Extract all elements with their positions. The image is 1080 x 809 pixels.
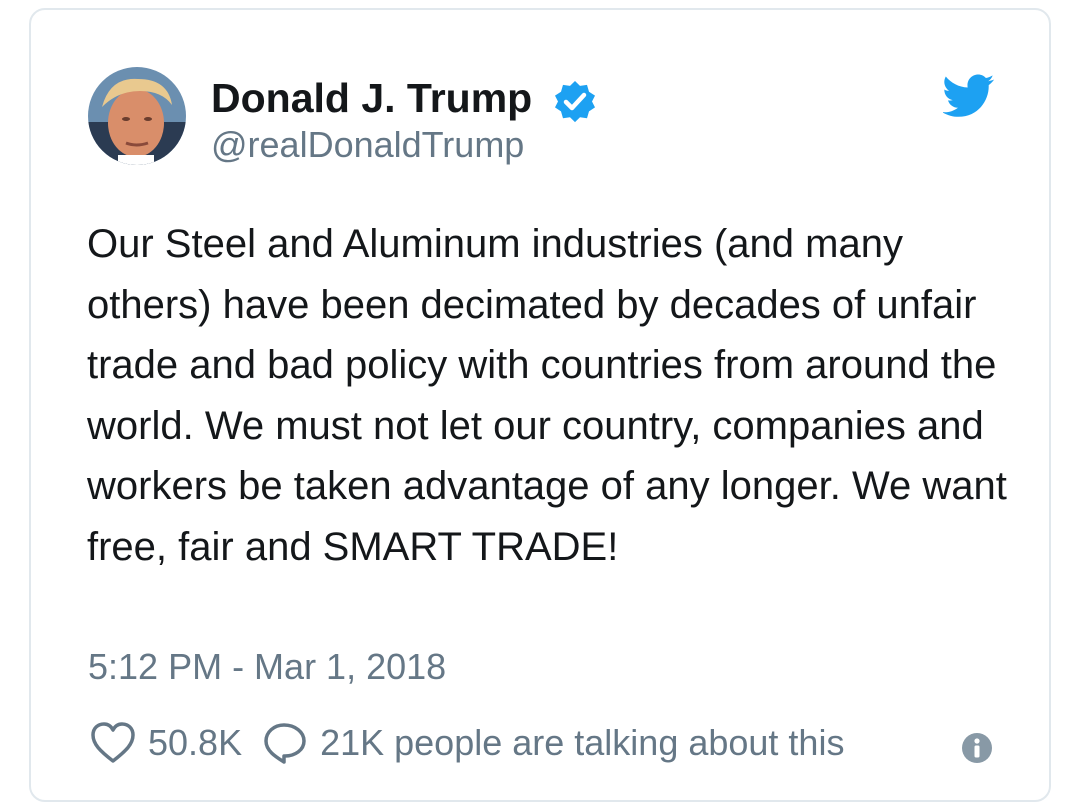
tweet-card[interactable]: Donald J. Trump @realDonaldTrump Our Ste… xyxy=(29,8,1051,802)
speech-bubble-icon[interactable] xyxy=(262,721,308,765)
tweet-text: Our Steel and Aluminum industries (and m… xyxy=(87,222,1007,569)
heart-icon[interactable] xyxy=(90,721,136,765)
avatar-photo xyxy=(88,67,186,165)
like-count[interactable]: 50.8K xyxy=(148,722,242,764)
info-icon[interactable] xyxy=(961,732,993,764)
tweet-actions: 50.8K 21K people are talking about this xyxy=(90,719,844,767)
author-handle[interactable]: @realDonaldTrump xyxy=(211,123,524,167)
talking-about-link[interactable]: 21K people are talking about this xyxy=(320,722,844,764)
author-display-name[interactable]: Donald J. Trump xyxy=(211,74,532,122)
avatar[interactable] xyxy=(88,67,186,165)
verified-badge-icon xyxy=(555,80,595,123)
tweet-timestamp[interactable]: 5:12 PM - Mar 1, 2018 xyxy=(88,645,446,689)
twitter-bird-icon[interactable] xyxy=(943,74,995,118)
